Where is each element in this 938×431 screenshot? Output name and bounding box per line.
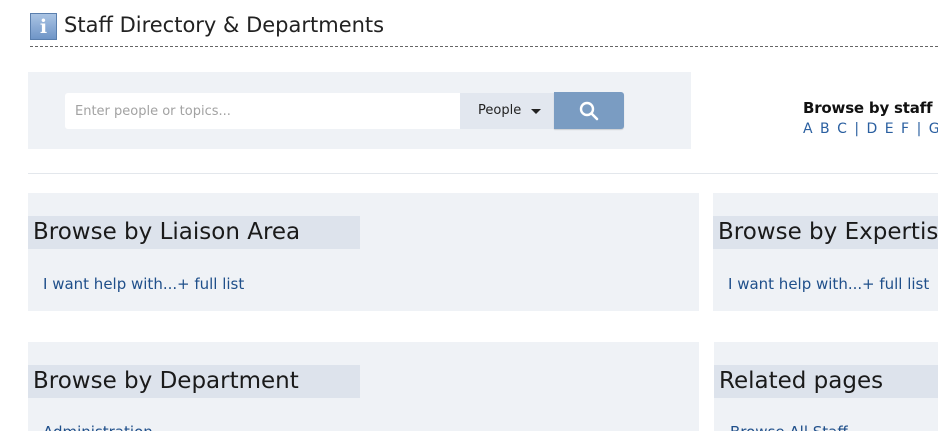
az-letter-d[interactable]: D: [867, 121, 879, 137]
search-button[interactable]: [554, 92, 624, 129]
expertise-panel-title: Browse by Expertise: [713, 216, 938, 249]
scope-dropdown-label: People: [478, 103, 522, 118]
page-title: Staff Directory & Departments: [64, 13, 385, 37]
page-header: i Staff Directory & Departments: [30, 11, 938, 47]
liaison-panel-title: Browse by Liaison Area: [28, 216, 360, 249]
chevron-down-icon: [531, 109, 541, 114]
search-input[interactable]: [65, 93, 460, 129]
az-separator: |: [854, 121, 861, 137]
az-letter-e[interactable]: E: [885, 121, 895, 137]
department-link-administration[interactable]: Administration: [43, 422, 153, 431]
browse-az-title: Browse by staff la: [803, 99, 938, 117]
search-icon: [579, 101, 599, 121]
info-icon: i: [30, 13, 57, 40]
expertise-help-link[interactable]: I want help with...: [728, 274, 862, 294]
az-letter-a[interactable]: A: [803, 121, 814, 137]
expertise-full-list-link[interactable]: + full list: [862, 274, 929, 294]
department-panel: Browse by Department Administration: [28, 342, 699, 431]
search-panel: People: [28, 72, 691, 149]
az-separator: |: [916, 121, 923, 137]
az-letter-g[interactable]: G: [929, 121, 938, 137]
az-letter-f[interactable]: F: [901, 121, 911, 137]
expertise-panel: Browse by Expertise I want help with... …: [713, 193, 938, 311]
az-letter-list: A B C | D E F | G H: [803, 118, 938, 140]
related-link-browse-all-staff[interactable]: Browse All Staff: [730, 422, 848, 431]
az-letter-c[interactable]: C: [837, 121, 848, 137]
related-panel: Related pages Browse All Staff: [714, 342, 938, 431]
az-letter-b[interactable]: B: [820, 121, 831, 137]
liaison-full-list-link[interactable]: + full list: [177, 274, 244, 294]
department-panel-title: Browse by Department: [28, 365, 360, 398]
related-panel-title: Related pages: [714, 365, 938, 398]
browse-az: Browse by staff la A B C | D E F | G H: [803, 98, 938, 140]
liaison-panel: Browse by Liaison Area I want help with.…: [28, 193, 699, 311]
section-divider: [28, 173, 938, 174]
scope-dropdown[interactable]: People: [460, 93, 554, 129]
liaison-help-link[interactable]: I want help with...: [43, 274, 177, 294]
